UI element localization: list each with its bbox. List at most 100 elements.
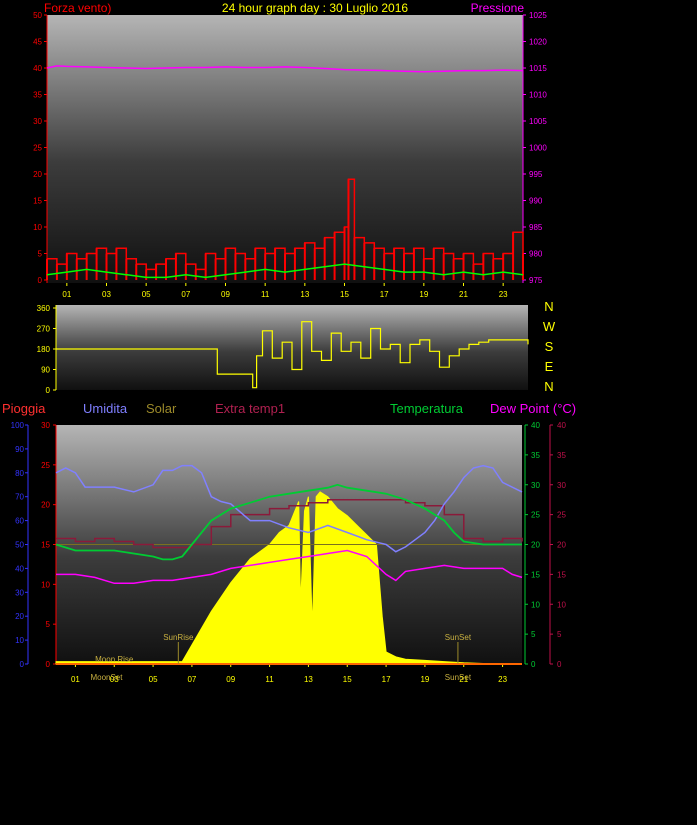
- sunset-label: SunSet: [445, 633, 472, 642]
- rain-tick-label: 80: [15, 469, 24, 478]
- rain-tick-label: 100: [11, 421, 25, 430]
- compass-label: N: [544, 379, 553, 394]
- humidity-x-tick-label: 01: [71, 675, 80, 684]
- wind-tick-label: 45: [33, 38, 42, 47]
- dew-point-tick-label: 25: [557, 511, 566, 520]
- dew-point-tick-label: 10: [557, 600, 566, 609]
- wind-tick-label: 10: [33, 223, 42, 232]
- dew-point-tick-label: 20: [557, 541, 566, 550]
- rain-tick-label: 20: [15, 612, 24, 621]
- temperature-tick-label: 30: [531, 481, 540, 490]
- dew-point-legend: Dew Point (°C): [490, 401, 576, 416]
- wind-x-tick-label: 11: [261, 290, 270, 299]
- humidity-x-tick-label: 05: [149, 675, 158, 684]
- pressure-tick-label: 990: [529, 197, 543, 206]
- sunrise-label: SunRise: [163, 633, 194, 642]
- rain-tick-label: 70: [15, 493, 24, 502]
- rain-tick-label: 10: [15, 636, 24, 645]
- dew-point-tick-label: 5: [557, 630, 562, 639]
- rain-tick-label: 50: [15, 541, 24, 550]
- humidity-tick-label: 25: [41, 461, 50, 470]
- moonset-label: MoonSet: [90, 673, 123, 682]
- wind-tick-label: 30: [33, 117, 42, 126]
- humidity-tick-label: 30: [41, 421, 50, 430]
- humidity-x-tick-label: 11: [265, 675, 274, 684]
- humidity-tick-label: 20: [41, 501, 50, 510]
- dew-point-tick-label: 30: [557, 481, 566, 490]
- temperature-tick-label: 20: [531, 541, 540, 550]
- temperature-tick-label: 40: [531, 421, 540, 430]
- wind-tick-label: 20: [33, 170, 42, 179]
- pressure-tick-label: 975: [529, 276, 543, 285]
- wind-x-tick-label: 03: [102, 290, 111, 299]
- temperature-legend: Temperatura: [390, 401, 464, 416]
- solar-legend: Solar: [146, 401, 177, 416]
- wind-tick-label: 50: [33, 11, 42, 20]
- pressure-tick-label: 1010: [529, 91, 547, 100]
- wind-x-tick-label: 01: [62, 290, 71, 299]
- direction-tick-label: 180: [37, 345, 51, 354]
- chart-title: 24 hour graph day : 30 Luglio 2016: [222, 1, 408, 15]
- temperature-tick-label: 15: [531, 570, 540, 579]
- compass-label: W: [543, 319, 556, 334]
- dew-point-tick-label: 40: [557, 421, 566, 430]
- pressure-tick-label: 980: [529, 250, 543, 259]
- pressure-tick-label: 995: [529, 170, 543, 179]
- humidity-tick-label: 5: [46, 620, 51, 629]
- wind-x-tick-label: 15: [340, 290, 349, 299]
- wind-tick-label: 35: [33, 91, 42, 100]
- direction-tick-label: 90: [41, 366, 50, 375]
- wind-x-tick-label: 13: [300, 290, 309, 299]
- wind-x-tick-label: 21: [459, 290, 468, 299]
- dew-point-tick-label: 35: [557, 451, 566, 460]
- weather-graphs: Forza vento) 24 hour graph day : 30 Lugl…: [2, 1, 576, 684]
- direction-tick-label: 360: [37, 304, 51, 313]
- temperature-tick-label: 25: [531, 511, 540, 520]
- humidity-x-tick-label: 19: [420, 675, 429, 684]
- humidity-x-tick-label: 23: [498, 675, 507, 684]
- pressure-axis-label: Pressione: [471, 1, 525, 15]
- moon-rise-label: Moon Rise: [95, 655, 134, 664]
- temperature-tick-label: 0: [531, 660, 536, 669]
- humidity-tick-label: 15: [41, 541, 50, 550]
- rain-tick-label: 60: [15, 517, 24, 526]
- humidity-tick-label: 10: [41, 580, 50, 589]
- humidity-x-tick-label: 07: [187, 675, 196, 684]
- rain-tick-label: 30: [15, 588, 24, 597]
- wind-plot-area: [47, 15, 523, 283]
- wind-x-tick-label: 05: [142, 290, 151, 299]
- compass-label: E: [545, 359, 554, 374]
- direction-tick-label: 0: [46, 386, 51, 395]
- extra-temp-legend: Extra temp1: [215, 401, 285, 416]
- rain-tick-label: 0: [20, 660, 25, 669]
- pressure-tick-label: 1015: [529, 64, 547, 73]
- wind-tick-label: 0: [38, 276, 43, 285]
- wind-x-tick-label: 17: [380, 290, 389, 299]
- humidity-legend: Umidita: [83, 401, 128, 416]
- pressure-tick-label: 1025: [529, 11, 547, 20]
- humidity-tick-label: 0: [46, 660, 51, 669]
- dew-point-tick-label: 15: [557, 570, 566, 579]
- humidity-x-tick-label: 09: [226, 675, 235, 684]
- sunset-axis-label: SunSet: [445, 673, 472, 682]
- pressure-tick-label: 1005: [529, 117, 547, 126]
- compass-label: S: [545, 339, 554, 354]
- dew-point-tick-label: 0: [557, 660, 562, 669]
- wind-x-tick-label: 23: [499, 290, 508, 299]
- compass-label: N: [544, 299, 553, 314]
- wind-axis-label: Forza vento): [44, 1, 111, 15]
- direction-tick-label: 270: [37, 325, 51, 334]
- wind-x-tick-label: 07: [181, 290, 190, 299]
- wind-x-tick-label: 09: [221, 290, 230, 299]
- humidity-x-tick-label: 17: [382, 675, 391, 684]
- rain-legend: Pioggia: [2, 401, 46, 416]
- wind-x-tick-label: 19: [419, 290, 428, 299]
- wind-tick-label: 15: [33, 197, 42, 206]
- pressure-tick-label: 1020: [529, 38, 547, 47]
- temperature-tick-label: 10: [531, 600, 540, 609]
- wind-tick-label: 5: [38, 250, 43, 259]
- temperature-tick-label: 5: [531, 630, 536, 639]
- humidity-x-tick-label: 15: [343, 675, 352, 684]
- temperature-tick-label: 35: [531, 451, 540, 460]
- wind-tick-label: 25: [33, 144, 42, 153]
